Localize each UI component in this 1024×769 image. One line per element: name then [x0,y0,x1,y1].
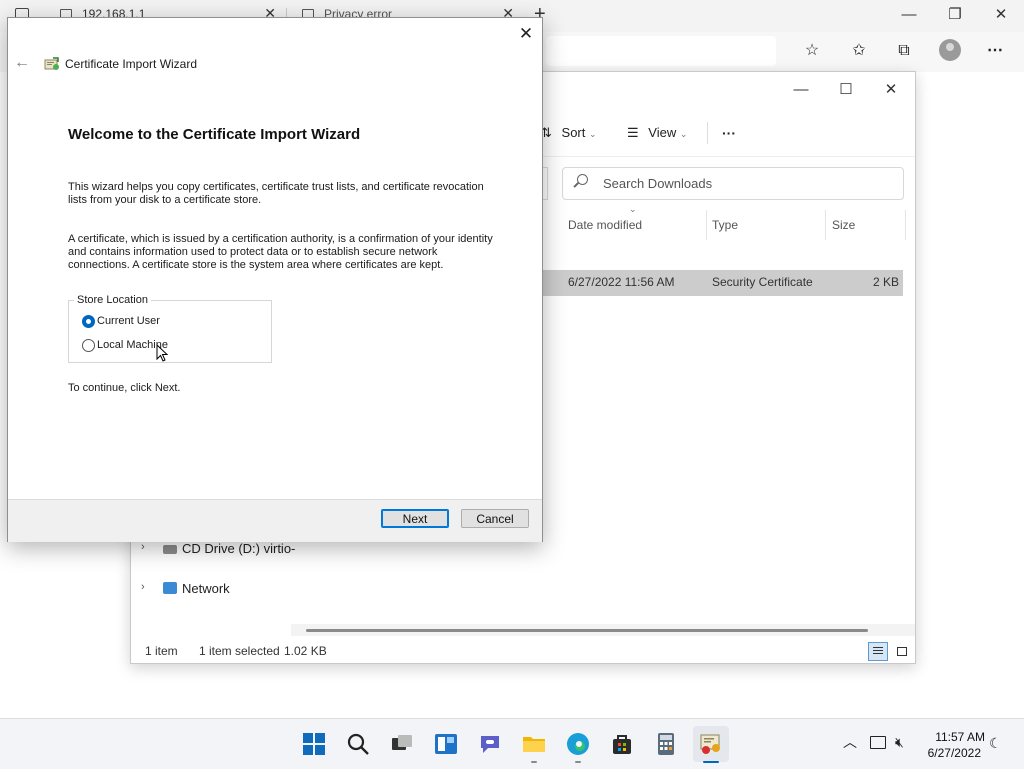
clock-time[interactable]: 11:57 AM [925,730,985,744]
column-separator [905,210,906,240]
toolbar-divider [707,122,708,144]
current-user-radio[interactable] [82,315,95,328]
maximize-button[interactable]: ☐ [823,78,869,102]
chevron-right-icon[interactable]: › [141,581,145,593]
description-line: A certificate, which is issued by a cert… [68,233,493,245]
collections-icon[interactable]: ⧉ [893,40,915,62]
certificate-icon[interactable] [699,732,723,756]
selection-status: 1 item selected [199,644,280,658]
profile-icon[interactable] [939,39,961,61]
running-indicator [531,761,537,763]
intro-line: This wizard helps you copy certificates,… [68,181,484,193]
selection-size: 1.02 KB [284,644,327,658]
file-size: 2 KB [872,275,899,289]
store-icon[interactable] [610,732,634,756]
edge-icon[interactable] [566,732,590,756]
display-icon[interactable] [870,736,886,749]
task-view-icon[interactable] [390,732,414,756]
minimize-button[interactable]: — [886,4,932,28]
file-type: Security Certificate [712,275,813,289]
add-favorite-icon[interactable]: ☆ [801,40,823,62]
nav-item-network[interactable]: › Network [131,576,431,602]
chevron-right-icon[interactable]: › [141,541,145,553]
description-line: connections. A certificate store is the … [68,259,444,271]
view-button[interactable]: ☰ View ⌄ [627,122,687,144]
minimize-button[interactable]: — [778,78,824,102]
chevron-down-icon: ⌄ [679,129,688,139]
start-icon[interactable] [302,732,326,756]
network-icon [163,582,177,594]
clock-date[interactable]: 6/27/2022 [918,746,981,760]
file-explorer-icon[interactable] [522,732,546,756]
sort-button[interactable]: ⇅ Sort ⌄ [541,122,597,144]
column-separator [706,210,707,240]
restore-button[interactable]: ❐ [932,4,978,28]
search-icon[interactable] [346,732,370,756]
description-line: and contains information used to protect… [68,246,438,258]
wizard-title: Certificate Import Wizard [65,57,198,71]
search-icon [577,174,588,185]
chat-icon[interactable] [478,732,502,756]
store-location-label: Store Location [74,294,151,306]
volume-muted-icon[interactable]: 🔇︎ [895,734,904,751]
chevron-down-icon: ⌄ [589,129,597,139]
file-date: 6/27/2022 11:56 AM [568,275,675,289]
nav-label: Network [182,581,230,596]
details-view-icon[interactable] [868,642,888,661]
store-location-group [68,300,272,363]
close-button[interactable]: ✕ [512,22,540,46]
running-indicator [575,761,581,763]
current-user-label[interactable]: Current User [97,315,160,327]
horizontal-scrollbar[interactable] [306,629,868,632]
notifications-icon[interactable]: ☾ [989,735,1002,752]
column-type[interactable]: Type [712,214,738,236]
view-label: View [648,125,677,140]
cancel-button[interactable]: Cancel [461,509,529,528]
intro-line: lists from your disk to a certificate st… [68,194,262,206]
see-more-button[interactable]: ··· [722,122,736,144]
nav-label: CD Drive (D:) virtio- [182,541,296,556]
close-button[interactable]: ✕ [978,4,1024,28]
description-paragraph: A certificate, which is issued by a cert… [68,233,508,272]
item-count: 1 item [145,644,178,658]
next-button[interactable]: Next [381,509,449,528]
show-hidden-icons-icon[interactable]: ︿ [843,732,857,752]
widgets-icon[interactable] [434,732,458,756]
certificate-import-wizard: ✕ ← Certificate Import Wizard Welcome to… [7,17,543,542]
search-placeholder: Search Downloads [603,176,713,191]
taskbar: ︿ 🔇︎ 11:57 AM 6/27/2022 ☾ [0,718,1024,769]
mouse-cursor-icon [156,344,168,362]
cd-drive-icon [163,545,177,554]
calculator-icon[interactable] [654,732,678,756]
sort-label: Sort [561,125,586,140]
status-bar: 1 item 1 item selected 1.02 KB [131,640,915,662]
address-bar[interactable] [546,36,776,66]
column-size[interactable]: Size [832,214,855,236]
page-title: Welcome to the Certificate Import Wizard [68,126,361,143]
running-indicator [703,761,719,763]
favorites-icon[interactable]: ✩ [848,40,870,62]
back-arrow-icon[interactable]: ← [14,54,30,72]
column-date-modified[interactable]: Date modified [568,214,642,236]
more-icon[interactable]: ⋯ [984,40,1006,62]
column-separator [825,210,826,240]
search-input[interactable]: Search Downloads [562,167,904,200]
file-row[interactable]: 6/27/2022 11:56 AM Security Certificate … [541,270,903,296]
intro-paragraph: This wizard helps you copy certificates,… [68,181,508,207]
large-icons-view-icon[interactable] [892,642,912,661]
close-button[interactable]: ✕ [868,78,914,102]
continue-instruction: To continue, click Next. [68,382,181,394]
certificate-icon [44,57,59,70]
view-icon: ☰ [627,125,639,140]
local-machine-radio[interactable] [82,339,95,352]
